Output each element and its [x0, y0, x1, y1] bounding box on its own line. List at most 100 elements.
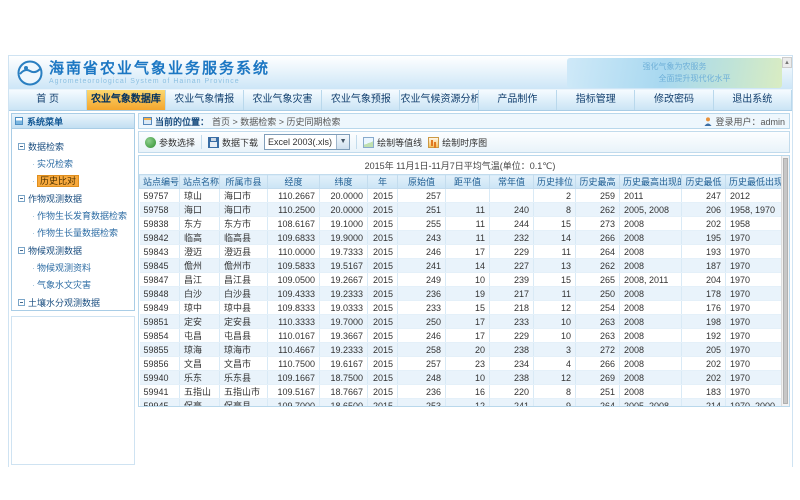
table-cell: 250 [576, 287, 620, 301]
table-row[interactable]: 59941五指山五指山市109.516718.76672015236162208… [140, 385, 786, 399]
table-cell: 250 [398, 315, 446, 329]
table-row[interactable]: 59757琼山海口市110.266720.0000201525722592011… [140, 189, 786, 203]
table-cell: 4 [534, 357, 576, 371]
table-cell: 244 [490, 217, 534, 231]
collapse-icon[interactable] [18, 195, 25, 202]
table-cell: 272 [576, 343, 620, 357]
nav-item[interactable]: 首 页 [9, 90, 87, 110]
table-cell: 110.7500 [268, 357, 320, 371]
table-row[interactable]: 59848白沙白沙县109.433319.2333201523619217112… [140, 287, 786, 301]
app-title: 海南省农业气象业务服务系统 [49, 61, 270, 76]
table-row[interactable]: 59854屯昌屯昌县110.016719.3667201524617229102… [140, 329, 786, 343]
table-cell: 2015 [368, 231, 398, 245]
nav-item[interactable]: 农业气候资源分析 [400, 90, 478, 110]
table-cell: 2008 [620, 329, 682, 343]
table-row[interactable]: 59838东方东方市108.616719.1000201525511244152… [140, 217, 786, 231]
main-panel: 当前的位置： 首页 > 数据检索 > 历史同期检索 登录用户：admin 参数选… [138, 113, 790, 465]
nav-item[interactable]: 农业气象数据库 [87, 90, 165, 110]
nav-item[interactable]: 农业气象预报 [322, 90, 400, 110]
tree-item[interactable]: ·历史比对 [32, 174, 132, 187]
table-cell: 1970 [726, 343, 786, 357]
tree-item[interactable]: ·气象水文灾害 [32, 278, 132, 291]
table-cell: 266 [576, 231, 620, 245]
format-select-value: Excel 2003(.xls) [268, 137, 332, 147]
sidebar: 系统菜单 数据检索 ·实况检索 ·历史比对作物观测数据 ·作物生长发育数据检索 ·作物生… [11, 113, 135, 465]
table-cell: 227 [490, 259, 534, 273]
table-cell: 109.8333 [268, 301, 320, 315]
tree-connector: · [32, 211, 35, 221]
tree-item[interactable]: ·作物生长量数据检索 [32, 226, 132, 239]
tree-group[interactable]: 物候观测数据 [18, 244, 132, 257]
tree-item[interactable]: ·作物生长发育数据检索 [32, 209, 132, 222]
nav-item[interactable]: 指标管理 [557, 90, 635, 110]
chevron-down-icon: ▼ [336, 135, 349, 149]
format-select[interactable]: Excel 2003(.xls) ▼ [264, 134, 350, 150]
table-cell: 2008 [620, 259, 682, 273]
tree-group[interactable]: 土壤水分观测数据 [18, 296, 132, 309]
nav-item[interactable]: 农业气象情报 [166, 90, 244, 110]
table-row[interactable]: 59940乐东乐东县109.166718.7500201524810238122… [140, 371, 786, 385]
table-scrollbar[interactable] [781, 156, 789, 406]
table-row[interactable]: 59849琼中琼中县109.833319.0333201523315218122… [140, 301, 786, 315]
table-cell: 1970 [726, 385, 786, 399]
table-row[interactable]: 59851定安定安县110.333319.7000201525017233102… [140, 315, 786, 329]
table-cell: 海口 [180, 203, 220, 217]
table-cell: 1970 [726, 357, 786, 371]
table-cell: 59855 [140, 343, 180, 357]
tree-group[interactable]: 数据检索 [18, 140, 132, 153]
table-cell: 1970 [726, 245, 786, 259]
table-cell: 2 [534, 189, 576, 203]
table-row[interactable]: 59758海口海口市110.250020.0000201525111240826… [140, 203, 786, 217]
table-cell: 59854 [140, 329, 180, 343]
table-cell: 109.7000 [268, 399, 320, 408]
table-cell: 澄迈县 [220, 245, 268, 259]
download-button[interactable]: 数据下载 [208, 136, 258, 149]
nav-item[interactable]: 退出系统 [714, 90, 792, 110]
collapse-icon[interactable] [18, 299, 25, 306]
table-cell: 18.6500 [320, 399, 368, 408]
table-scrollbar-thumb[interactable] [783, 158, 788, 404]
table-row[interactable]: 59856文昌文昌市110.750019.6167201525723234426… [140, 357, 786, 371]
table-cell [490, 189, 534, 203]
table-cell: 15 [534, 217, 576, 231]
tree-item[interactable]: ·实况检索 [32, 157, 132, 170]
nav-item[interactable]: 农业气象灾害 [244, 90, 322, 110]
table-cell: 59856 [140, 357, 180, 371]
table-cell: 109.0500 [268, 273, 320, 287]
scrollbar-up-arrow[interactable]: ▲ [782, 57, 792, 68]
param-select-button[interactable]: 参数选择 [145, 136, 195, 149]
tree-item[interactable]: ·物候观测资料 [32, 261, 132, 274]
user-icon [704, 117, 712, 126]
collapse-icon[interactable] [18, 247, 25, 254]
table-row[interactable]: 59945保亭保亭县109.700018.6500201525312241926… [140, 399, 786, 408]
table-cell: 2008 [620, 315, 682, 329]
tree-group[interactable]: 作物观测数据 [18, 192, 132, 205]
table-row[interactable]: 59855琼海琼海市110.466719.2333201525820238327… [140, 343, 786, 357]
table-cell: 110.4667 [268, 343, 320, 357]
table-cell: 17 [446, 315, 490, 329]
collapse-icon[interactable] [18, 143, 25, 150]
table-cell: 214 [682, 399, 726, 408]
column-header: 历史最高 [576, 175, 620, 189]
table-cell: 2008 [620, 231, 682, 245]
table-cell: 251 [576, 385, 620, 399]
draw-timeseries-button[interactable]: 绘制时序图 [428, 136, 487, 149]
table-row[interactable]: 59843澄迈澄迈县110.000019.7333201524617229112… [140, 245, 786, 259]
contour-chart-icon [363, 137, 374, 148]
nav-item[interactable]: 修改密码 [635, 90, 713, 110]
table-row[interactable]: 59842临高临高县109.683319.9000201524311232142… [140, 231, 786, 245]
table-cell: 琼山 [180, 189, 220, 203]
sidebar-title: 系统菜单 [27, 115, 63, 128]
table-row[interactable]: 59847昌江昌江县109.050019.2667201524910239152… [140, 273, 786, 287]
table-cell: 247 [682, 189, 726, 203]
tree-connector: · [32, 228, 35, 238]
save-icon [208, 137, 219, 148]
draw-contour-button[interactable]: 绘制等值线 [363, 136, 422, 149]
table-cell: 1970 [726, 315, 786, 329]
table-row[interactable]: 59845儋州儋州市109.583319.5167201524114227132… [140, 259, 786, 273]
table-cell: 59941 [140, 385, 180, 399]
table-cell: 110.2667 [268, 189, 320, 203]
table-cell: 109.6833 [268, 231, 320, 245]
nav-item[interactable]: 产品制作 [479, 90, 557, 110]
table-cell: 19.1000 [320, 217, 368, 231]
